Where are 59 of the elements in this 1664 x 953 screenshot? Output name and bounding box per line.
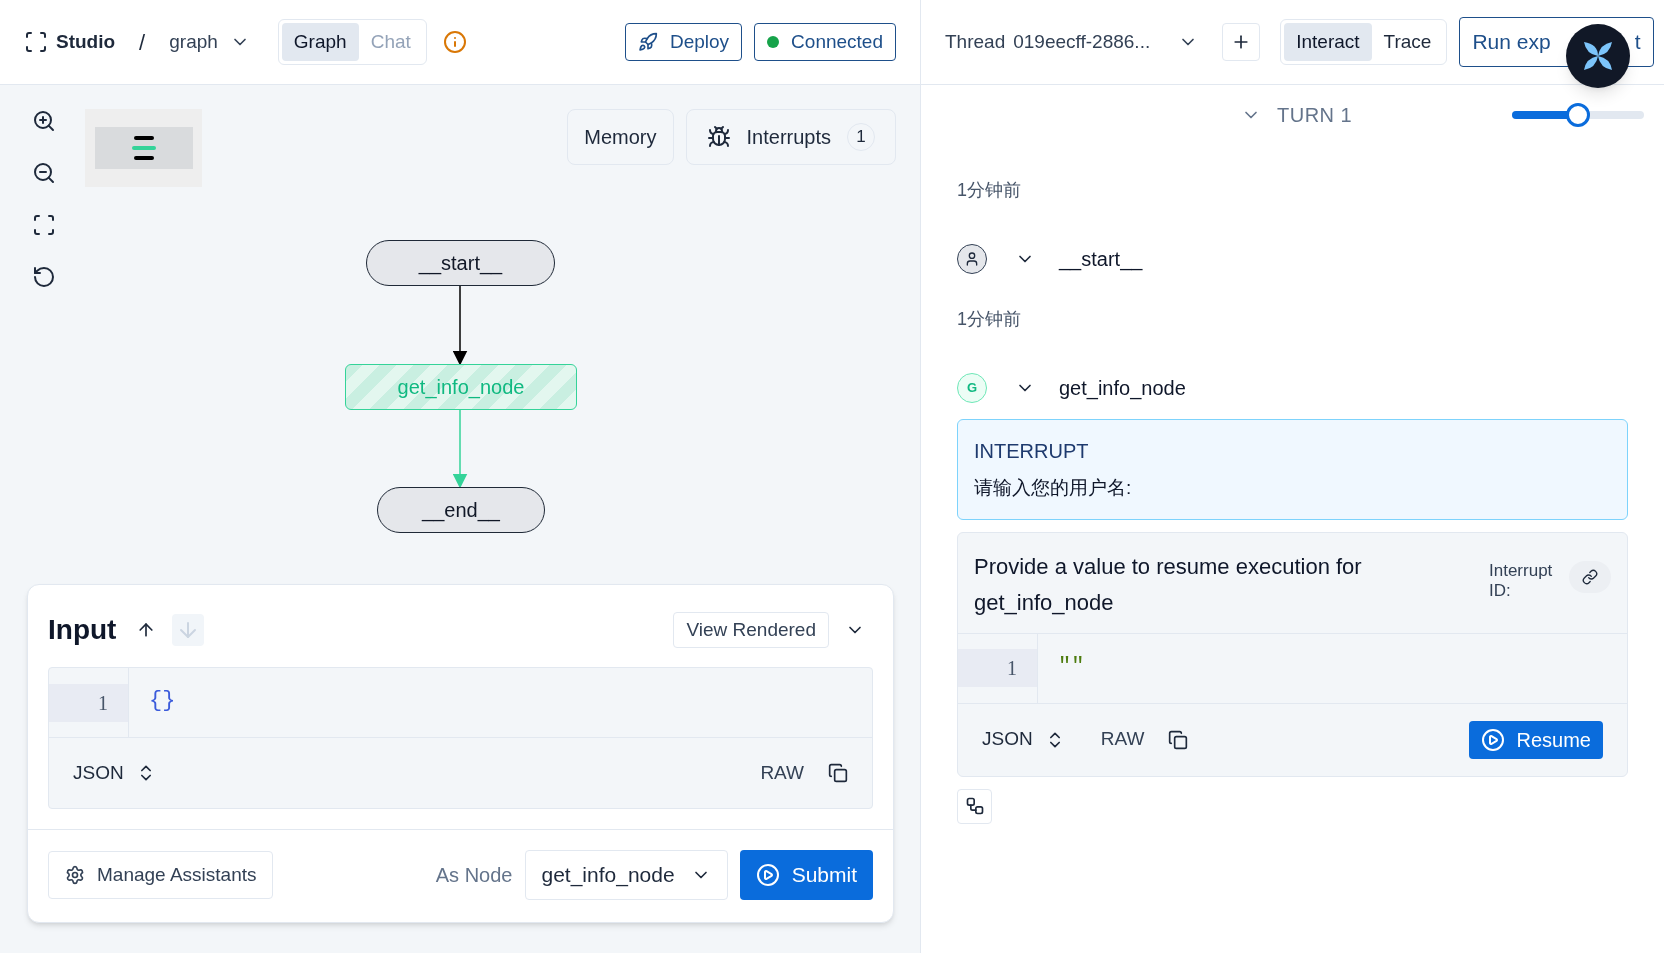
code-text[interactable]: {}	[149, 688, 176, 713]
rocket-icon	[637, 32, 658, 52]
deploy-button[interactable]: Deploy	[624, 23, 743, 61]
link-icon	[1582, 568, 1598, 585]
interrupt-message: 请输入您的用户名:	[974, 476, 1133, 500]
play-icon	[755, 863, 780, 887]
copy-icon[interactable]	[1168, 729, 1189, 750]
copy-link-button[interactable]	[1569, 560, 1611, 593]
resume-prompt: Provide a value to resume execution for get_info_node	[974, 552, 1363, 617]
zoom-in-icon[interactable]	[32, 109, 56, 133]
memory-button[interactable]: Memory	[567, 109, 674, 165]
view-tab[interactable]: Graph	[281, 22, 359, 62]
interrupt-title: INTERRUPT	[974, 439, 1090, 464]
timestamp: 1分钟前	[957, 308, 1022, 331]
graph-node[interactable]: __end__	[377, 487, 545, 533]
interrupts-button[interactable]: Interrupts 1	[685, 109, 896, 165]
thread-select[interactable]: Thread 019eecff-2886...	[945, 27, 1199, 57]
view-mode-select[interactable]: View Rendered	[673, 612, 829, 648]
info-icon[interactable]	[442, 30, 467, 54]
panel-title: Input	[48, 613, 117, 647]
connection-button[interactable]: Connected	[754, 23, 896, 61]
interrupt-id-label: Interrupt ID:	[1489, 560, 1554, 601]
code-text[interactable]: ""	[1058, 653, 1085, 679]
zoom-out-icon[interactable]	[32, 161, 56, 185]
brand-name: Studio	[56, 29, 116, 54]
event-name[interactable]: get_info_node	[1059, 373, 1186, 403]
view-tab[interactable]: Interact	[1284, 22, 1372, 62]
as-node-label: As Node	[435, 863, 513, 888]
copy-icon[interactable]	[828, 763, 848, 783]
submit-button[interactable]: Submit	[739, 850, 873, 900]
node-select[interactable]: get_info_node	[524, 850, 728, 900]
resume-button[interactable]: Resume	[1468, 720, 1603, 759]
graph-select[interactable]: graph	[169, 27, 250, 57]
floating-logo[interactable]	[1566, 24, 1630, 88]
fit-view-icon[interactable]	[32, 213, 56, 237]
format-select[interactable]: JSON	[73, 758, 156, 788]
manage-assistants-button[interactable]: Manage Assistants	[48, 851, 274, 899]
timestamp: 1分钟前	[957, 179, 1022, 202]
turn-label: TURN 1	[1277, 103, 1353, 128]
slider-thumb[interactable]	[1566, 103, 1590, 127]
turn-slider[interactable]	[1512, 103, 1644, 127]
gear-icon	[65, 865, 85, 885]
new-thread-button[interactable]	[1222, 23, 1261, 61]
line-number: 1	[958, 649, 1037, 687]
bug-icon	[706, 125, 731, 149]
graph-view-button[interactable]	[957, 788, 992, 824]
line-number: 1	[49, 683, 128, 722]
view-tab[interactable]: Trace	[1371, 22, 1444, 62]
user-avatar-icon	[957, 244, 987, 274]
format-select[interactable]: JSON	[982, 725, 1065, 754]
node-avatar: G	[957, 373, 987, 403]
event-name[interactable]: __start__	[1059, 244, 1143, 274]
graph-node[interactable]: __start__	[366, 240, 555, 286]
raw-label[interactable]: RAW	[760, 758, 804, 788]
tree-icon	[964, 796, 985, 816]
reset-icon[interactable]	[32, 265, 56, 289]
breadcrumb-separator: /	[139, 28, 146, 57]
play-icon	[1480, 727, 1505, 752]
raw-label[interactable]: RAW	[1100, 725, 1145, 754]
